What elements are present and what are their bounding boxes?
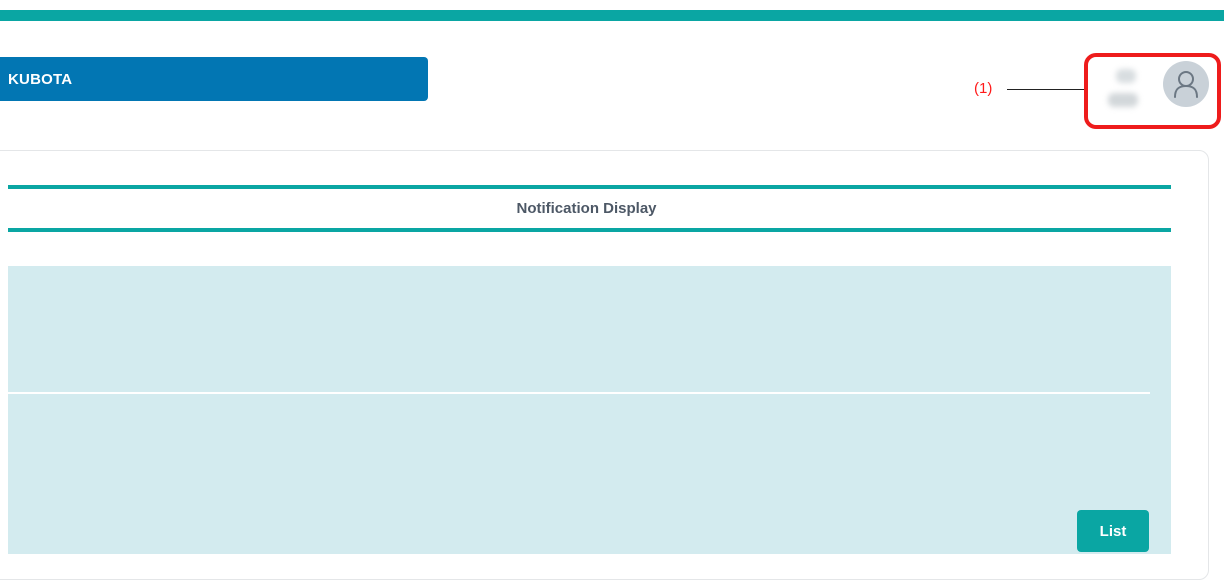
- notification-content: List: [8, 266, 1171, 554]
- user-name-redacted: [1104, 67, 1144, 115]
- callout-label: (1): [974, 80, 993, 97]
- list-button[interactable]: List: [1077, 510, 1149, 552]
- callout-line: [1007, 89, 1086, 90]
- content-divider: [8, 392, 1150, 394]
- top-accent-bar: [0, 10, 1224, 21]
- brand-name: KUBOTA: [8, 70, 73, 88]
- avatar[interactable]: [1163, 61, 1209, 107]
- user-icon: [1172, 69, 1200, 99]
- brand-bar: KUBOTA: [0, 57, 428, 101]
- notification-header: Notification Display: [8, 185, 1171, 232]
- page-title: Notification Display: [516, 200, 657, 217]
- user-area-highlight: [1084, 53, 1221, 129]
